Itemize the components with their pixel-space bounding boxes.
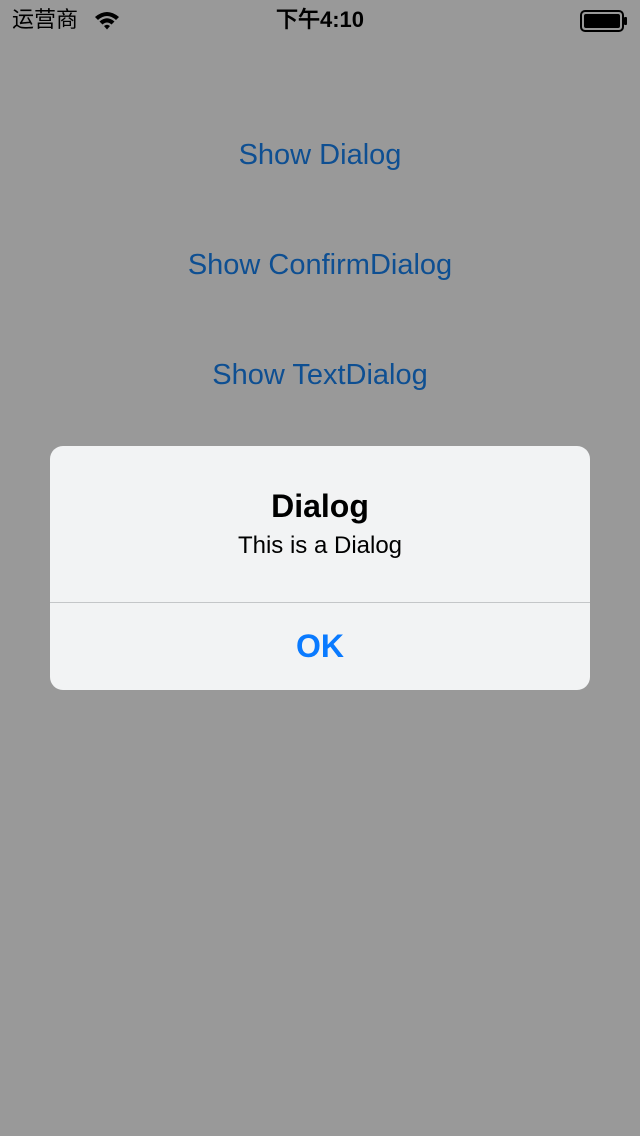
battery-icon xyxy=(580,10,627,32)
dialog-title: Dialog xyxy=(271,488,369,524)
show-text-dialog-button[interactable]: Show TextDialog xyxy=(0,355,640,395)
alert-dialog: ​ Dialog This is a Dialog OK xyxy=(50,446,590,690)
show-confirm-dialog-button[interactable]: Show ConfirmDialog xyxy=(0,245,640,285)
dialog-message: This is a Dialog xyxy=(237,532,403,559)
show-dialog-button[interactable]: Show Dialog xyxy=(0,135,640,175)
status-bar: 运营商 下午4:10 xyxy=(0,0,640,40)
ok-button[interactable]: OK xyxy=(50,603,590,690)
status-time: 下午4:10 xyxy=(275,7,365,32)
